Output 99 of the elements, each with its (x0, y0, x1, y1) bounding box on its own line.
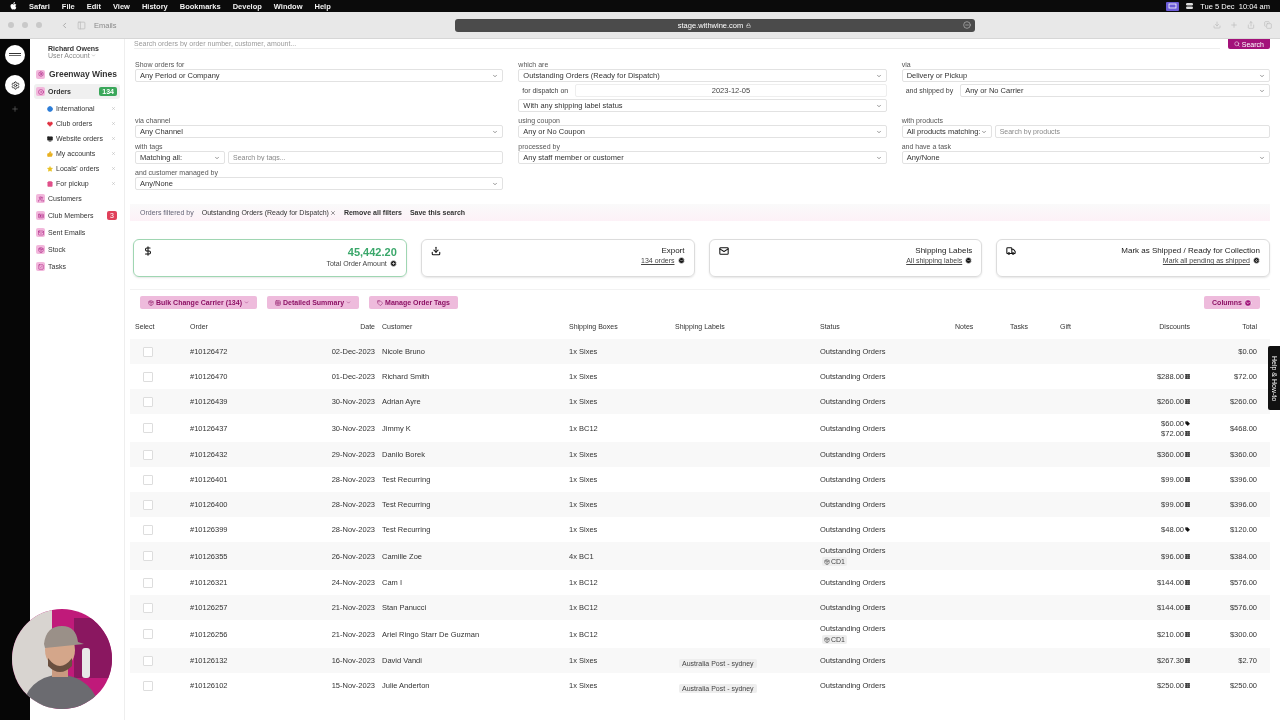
sidebar-icon[interactable] (77, 20, 86, 30)
logo-icon[interactable] (5, 45, 25, 65)
chevron-down-icon (1259, 72, 1265, 79)
chevron-down-icon (1259, 87, 1265, 94)
ticket-icon (1185, 605, 1190, 610)
package-icon (36, 245, 45, 254)
ticket-icon (1185, 452, 1190, 457)
dollar-icon (143, 246, 153, 256)
plus-circle-icon[interactable] (389, 260, 397, 267)
truck-icon (1006, 246, 1017, 256)
window-control[interactable] (22, 22, 28, 28)
card-title: Mark as Shipped / Ready for Collection (1121, 246, 1260, 255)
close-icon[interactable] (111, 106, 116, 111)
close-icon[interactable] (111, 166, 116, 171)
row-checkbox[interactable] (143, 346, 153, 357)
chevron-circle-icon[interactable] (677, 257, 685, 264)
window-control[interactable] (36, 22, 42, 28)
share-icon[interactable] (1247, 21, 1255, 29)
screen-icon[interactable] (1166, 1, 1180, 11)
caret-icon (90, 53, 96, 58)
chevron-down-icon (875, 102, 882, 109)
row-checkbox[interactable] (143, 499, 153, 510)
ticket-icon (1185, 399, 1190, 404)
download-icon[interactable] (1213, 21, 1221, 29)
search-icon (1233, 41, 1240, 47)
card-title: 45,442.20 (347, 246, 397, 258)
box-icon (824, 636, 830, 643)
chevron-down-icon (1259, 154, 1265, 161)
chevron-down-icon (214, 154, 220, 161)
ticket-icon (1185, 430, 1190, 436)
row-checkbox[interactable] (143, 602, 153, 613)
arrow-circle-icon[interactable] (1253, 257, 1260, 264)
globe-icon (47, 105, 53, 112)
row-checkbox[interactable] (143, 524, 153, 535)
company-name: Greenway Wines (49, 69, 117, 79)
add-icon[interactable] (11, 105, 19, 113)
chevron-down-icon (492, 128, 499, 135)
thumbs-up-icon (47, 150, 53, 157)
ticket-icon (1185, 477, 1190, 482)
row-checkbox[interactable] (143, 423, 153, 433)
star-icon (47, 165, 53, 172)
card-title: Export (661, 246, 685, 255)
users-icon (36, 194, 45, 203)
caret-icon (244, 300, 249, 305)
new-tab-icon[interactable] (1230, 21, 1238, 29)
chevron-down-icon (875, 154, 882, 161)
row-checkbox[interactable] (143, 629, 153, 639)
chevron-down-icon (875, 128, 882, 135)
download-icon (430, 246, 441, 256)
close-icon[interactable] (329, 209, 336, 216)
row-checkbox[interactable] (143, 551, 153, 561)
box-icon (824, 558, 830, 565)
tag-icon (1185, 420, 1190, 426)
mail-icon (36, 228, 45, 237)
chevron-down-icon (492, 180, 499, 187)
ticket-icon (1185, 580, 1190, 585)
row-checkbox[interactable] (143, 474, 153, 485)
chevron-circle-icon[interactable] (965, 257, 973, 264)
row-checkbox[interactable] (143, 449, 153, 460)
close-icon[interactable] (111, 151, 116, 156)
row-checkbox[interactable] (143, 396, 153, 407)
ticket-icon (1185, 374, 1190, 379)
settings-icon (36, 69, 45, 79)
back-icon[interactable] (60, 20, 69, 30)
ticket-icon (1185, 631, 1190, 637)
window-control[interactable] (8, 22, 14, 28)
chevron-down-icon (980, 128, 987, 135)
chevron-circle-icon (1244, 298, 1252, 307)
apple-icon (10, 2, 17, 10)
row-checkbox[interactable] (143, 371, 153, 382)
bag-icon (47, 180, 53, 187)
close-icon[interactable] (111, 121, 116, 126)
check-square-icon (36, 262, 45, 271)
ticket-icon (1185, 658, 1190, 663)
gear-logo-icon[interactable] (5, 75, 25, 95)
caret-icon (346, 300, 352, 305)
table-icon (275, 299, 281, 306)
tabs-icon[interactable] (1264, 21, 1272, 29)
ticket-icon (1185, 553, 1190, 559)
chevron-down-icon (875, 72, 882, 79)
ticket-icon (1185, 683, 1190, 688)
card-title: Shipping Labels (915, 246, 973, 255)
tag-icon (1185, 527, 1190, 532)
row-checkbox[interactable] (143, 680, 153, 691)
row-checkbox[interactable] (143, 655, 153, 666)
lock-icon (746, 22, 752, 28)
mail-icon (718, 246, 729, 256)
close-icon[interactable] (111, 181, 116, 186)
close-icon[interactable] (111, 136, 116, 141)
row-checkbox[interactable] (143, 577, 153, 588)
chevron-down-icon (492, 72, 499, 79)
minus-circle-icon (962, 21, 971, 29)
tag-icon (377, 299, 384, 306)
control-center-icon[interactable] (1185, 2, 1195, 10)
monitor-icon (47, 135, 53, 142)
heart-icon (47, 120, 53, 127)
ticket-icon (1185, 502, 1190, 507)
box-icon (148, 299, 154, 306)
id-card-icon (36, 211, 45, 220)
